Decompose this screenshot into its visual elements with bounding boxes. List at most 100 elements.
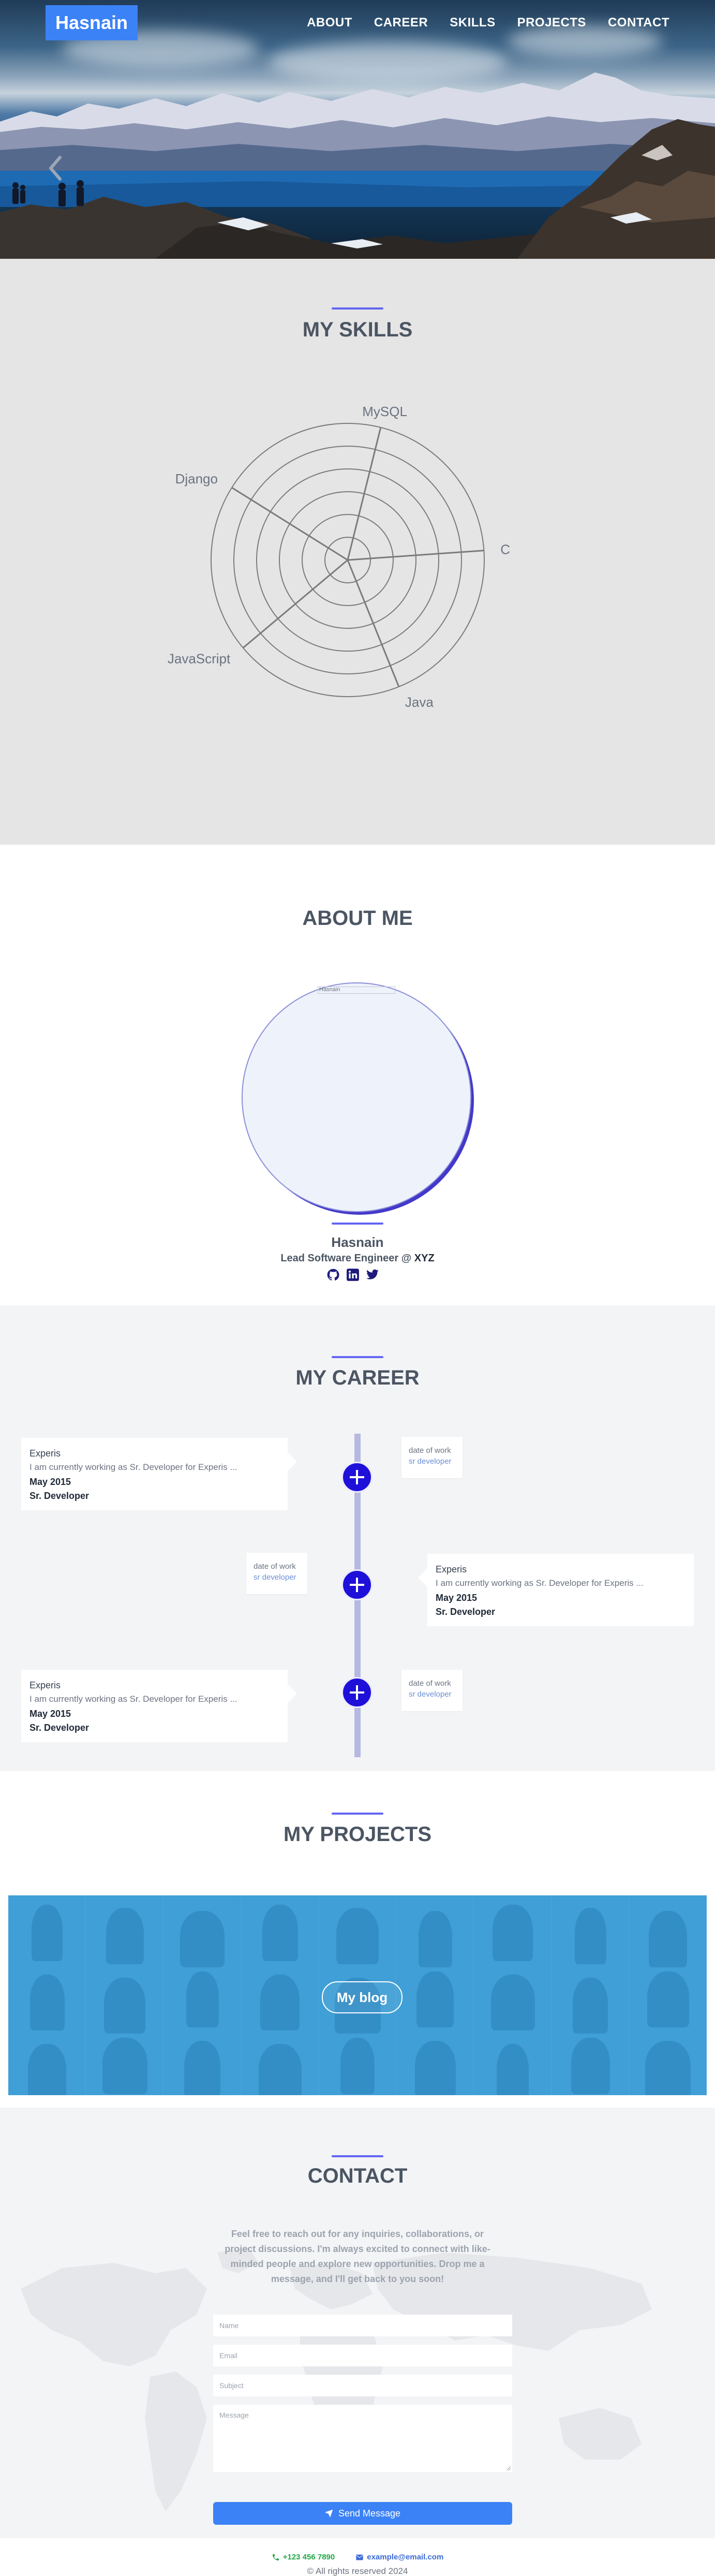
subject-input[interactable]: Subject bbox=[213, 2375, 512, 2396]
career-description: I am currently working as Sr. Developer … bbox=[29, 1462, 237, 1472]
project-photo-tile bbox=[241, 1962, 319, 2031]
radar-axis-label: C bbox=[500, 541, 510, 557]
career-description: I am currently working as Sr. Developer … bbox=[29, 1694, 237, 1704]
project-photo-tile bbox=[163, 2028, 241, 2095]
face-silhouette bbox=[574, 1908, 606, 1964]
face-silhouette bbox=[336, 1908, 379, 1964]
twitter-icon[interactable] bbox=[366, 1268, 379, 1282]
face-silhouette bbox=[647, 1971, 689, 2028]
nav-skills[interactable]: SKILLS bbox=[450, 16, 495, 30]
nav-contact[interactable]: CONTACT bbox=[608, 16, 669, 30]
timeline-expand-button[interactable] bbox=[341, 1677, 373, 1708]
github-icon[interactable] bbox=[326, 1268, 340, 1282]
send-label: Send Message bbox=[338, 2508, 401, 2519]
career-company: Experis bbox=[436, 1564, 467, 1574]
face-silhouette bbox=[102, 2038, 147, 2094]
face-silhouette bbox=[28, 2044, 66, 2095]
project-photo-tile bbox=[474, 2028, 552, 2095]
face-silhouette bbox=[573, 1977, 608, 2034]
face-silhouette bbox=[497, 2044, 529, 2095]
face-silhouette bbox=[414, 2041, 456, 2095]
career-card[interactable]: Experis I am currently working as Sr. De… bbox=[21, 1438, 297, 1510]
hero-banner: Hasnain ABOUT CAREER SKILLS PROJECTS CON… bbox=[0, 0, 715, 259]
name-input[interactable]: Name bbox=[213, 2315, 512, 2336]
career-card[interactable]: Experis I am currently working as Sr. De… bbox=[418, 1554, 694, 1626]
project-photo-tile bbox=[552, 1895, 629, 1964]
face-silhouette bbox=[262, 1905, 298, 1961]
nav-projects[interactable]: PROJECTS bbox=[517, 16, 586, 30]
contact-intro-text: Feel free to reach out for any inquiries… bbox=[225, 2229, 490, 2284]
my-blog-button[interactable]: My blog bbox=[322, 1981, 403, 2013]
project-photo-tile bbox=[629, 1962, 707, 2029]
message-textarea[interactable]: Message bbox=[213, 2405, 512, 2472]
resize-handle-icon[interactable] bbox=[506, 2466, 511, 2471]
project-photo-tile bbox=[629, 2028, 707, 2095]
nav-about[interactable]: ABOUT bbox=[307, 16, 352, 30]
linkedin-icon[interactable] bbox=[346, 1268, 360, 1282]
skills-section: MY SKILLS MySQL C Java JavaScript Django bbox=[0, 259, 715, 845]
section-title: MY CAREER bbox=[295, 1366, 420, 1389]
role-text: Lead Software Engineer @ bbox=[280, 1253, 414, 1264]
face-silhouette bbox=[493, 1905, 533, 1961]
date-label: date of work bbox=[409, 1679, 451, 1688]
date-label: date of work bbox=[254, 1562, 296, 1571]
face-silhouette bbox=[649, 1911, 687, 1967]
career-company: Experis bbox=[29, 1680, 61, 1690]
chevron-left-icon[interactable] bbox=[48, 155, 63, 181]
project-photo-tile bbox=[86, 2028, 163, 2095]
career-date-box: date of work sr developer bbox=[401, 1670, 463, 1711]
timeline-expand-button[interactable] bbox=[341, 1569, 373, 1600]
profile-image-placeholder: Hasnain bbox=[318, 987, 395, 994]
brand-logo[interactable]: Hasnain bbox=[46, 5, 138, 40]
role-label: sr developer bbox=[409, 1457, 452, 1466]
about-role: Lead Software Engineer @ XYZ bbox=[0, 1253, 715, 1264]
project-photo-tile bbox=[396, 2028, 474, 2095]
project-photo-tile bbox=[319, 2028, 396, 2095]
profile-image bbox=[242, 982, 471, 1212]
email-placeholder: Email bbox=[219, 2351, 238, 2360]
face-silhouette bbox=[340, 2038, 375, 2094]
career-date: May 2015 bbox=[436, 1593, 478, 1603]
section-divider bbox=[332, 1813, 383, 1815]
section-divider bbox=[332, 1356, 383, 1358]
copyright-text: © All rights reserved 2024 bbox=[307, 2566, 408, 2576]
footer-contact-row: +123 456 7890 example@email.com bbox=[0, 2553, 715, 2562]
project-photo-tile bbox=[163, 1962, 241, 2029]
project-photo-tile bbox=[319, 1895, 396, 1964]
role-label: sr developer bbox=[409, 1690, 452, 1699]
paper-plane-icon bbox=[325, 2509, 333, 2518]
project-photo-tile bbox=[474, 1962, 552, 2031]
radar-axis-label: Java bbox=[405, 694, 434, 710]
career-title: Sr. Developer bbox=[29, 1491, 90, 1501]
envelope-icon bbox=[356, 2554, 363, 2560]
face-silhouette bbox=[416, 1971, 454, 2028]
timeline-expand-button[interactable] bbox=[341, 1462, 373, 1493]
project-photo-tile bbox=[396, 1895, 474, 1967]
image-alt-text: Hasnain bbox=[319, 987, 340, 993]
project-photo-tile bbox=[396, 1962, 474, 2029]
nav-career[interactable]: CAREER bbox=[374, 16, 428, 30]
face-silhouette bbox=[186, 1971, 219, 2028]
radar-axis-label: Django bbox=[175, 471, 218, 487]
radar-axis-label: MySQL bbox=[362, 404, 407, 419]
career-card[interactable]: Experis I am currently working as Sr. De… bbox=[21, 1670, 297, 1742]
career-date-box: date of work sr developer bbox=[246, 1553, 307, 1594]
face-silhouette bbox=[490, 1974, 535, 2031]
career-company: Experis bbox=[29, 1448, 61, 1459]
email-input[interactable]: Email bbox=[213, 2345, 512, 2366]
send-message-button[interactable]: Send Message bbox=[213, 2502, 512, 2525]
face-silhouette bbox=[32, 1905, 63, 1961]
footer-phone[interactable]: +123 456 7890 bbox=[272, 2553, 335, 2562]
career-description: I am currently working as Sr. Developer … bbox=[436, 1578, 644, 1588]
footer-email[interactable]: example@email.com bbox=[355, 2553, 443, 2562]
role-label: sr developer bbox=[254, 1573, 296, 1582]
email-text: example@email.com bbox=[367, 2553, 444, 2562]
project-photo-tile bbox=[552, 2028, 629, 2095]
section-divider bbox=[332, 2155, 383, 2157]
section-title: CONTACT bbox=[307, 2165, 408, 2187]
radar-axis bbox=[347, 560, 400, 687]
date-label: date of work bbox=[409, 1446, 451, 1455]
social-links bbox=[326, 1268, 379, 1282]
face-silhouette bbox=[645, 2041, 691, 2095]
face-silhouette bbox=[260, 1974, 300, 2031]
